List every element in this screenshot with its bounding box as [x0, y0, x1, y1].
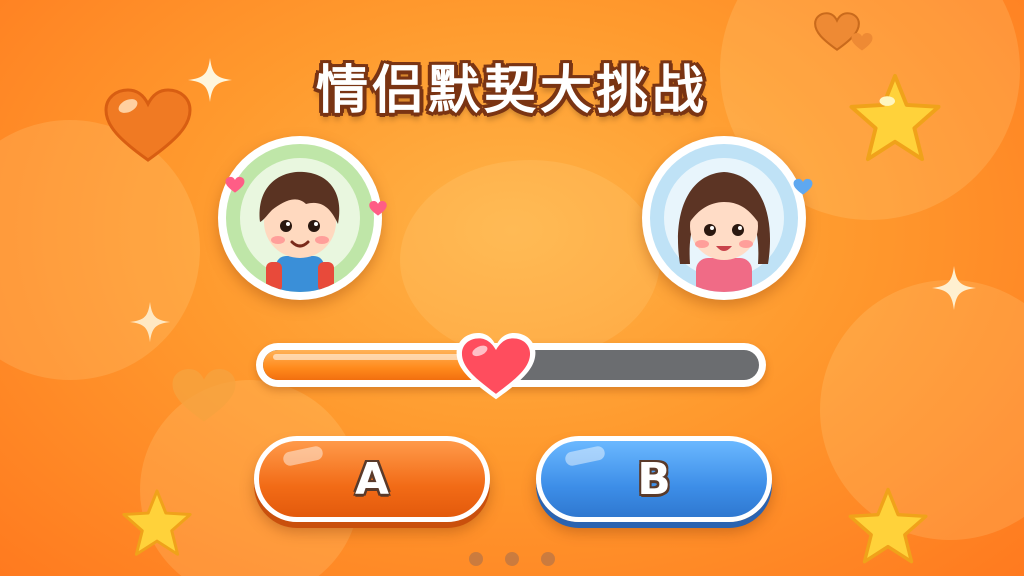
- pagination-dot[interactable]: [469, 552, 483, 566]
- star-icon: [849, 73, 941, 162]
- sparkle-icon: [932, 266, 976, 310]
- player-left-avatar[interactable]: [218, 136, 387, 300]
- player-right-avatar[interactable]: [642, 136, 813, 300]
- girl-avatar-icon: [650, 144, 798, 292]
- progress-shine: [273, 354, 477, 360]
- button-gloss: [281, 444, 325, 468]
- heart-icon: [225, 176, 245, 193]
- game-screen: 情侣默契大挑战 A B: [0, 0, 1024, 576]
- answer-a-label: A: [354, 453, 390, 505]
- answer-a-button[interactable]: A: [254, 436, 490, 522]
- boy-avatar-icon: [226, 144, 374, 292]
- heart-icon: [104, 88, 192, 162]
- heart-icon: [793, 178, 813, 195]
- answer-b-button[interactable]: B: [536, 436, 772, 522]
- sparkle-icon: [129, 301, 171, 343]
- sparkle-icon: [188, 58, 232, 102]
- heart-icon: [172, 369, 236, 422]
- star-icon: [122, 489, 192, 556]
- answer-b-label: B: [637, 453, 671, 505]
- button-gloss: [563, 444, 607, 468]
- heart-icon: [369, 201, 387, 216]
- pagination-dot[interactable]: [541, 552, 555, 566]
- heart-icon: [851, 33, 873, 51]
- heart-icon[interactable]: [453, 330, 539, 404]
- pagination-dot[interactable]: [505, 552, 519, 566]
- pagination-dots: [0, 552, 1024, 566]
